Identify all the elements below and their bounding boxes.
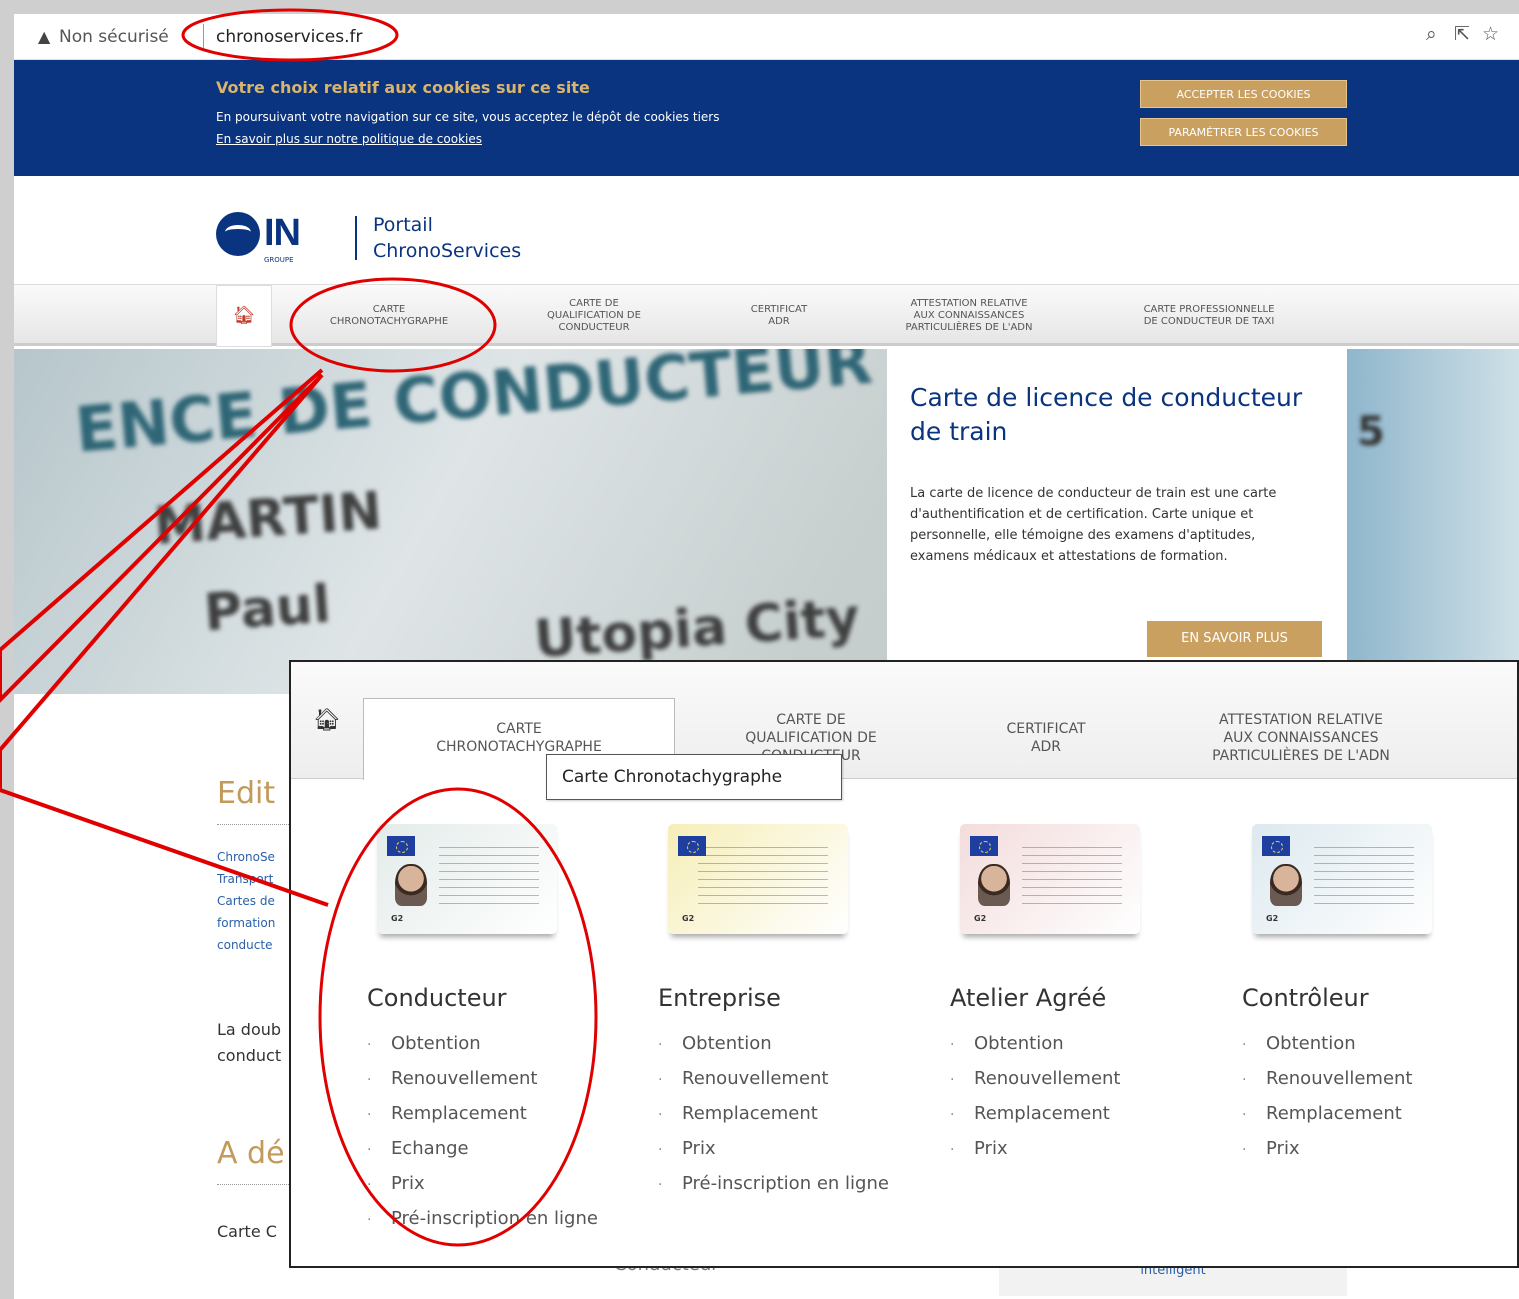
logo-subtext: GROUPE bbox=[264, 256, 294, 264]
menu-column-controleur: G2 Contrôleur · Obtention · Renouvellement… bbox=[1242, 824, 1517, 1166]
card-image: G2 bbox=[377, 824, 557, 934]
menu-link[interactable]: · Prix bbox=[658, 1131, 938, 1166]
address-separator bbox=[203, 24, 204, 50]
edito-title: Edit bbox=[217, 776, 276, 811]
bookmark-star-icon[interactable]: ☆ bbox=[1482, 23, 1499, 45]
menu-link[interactable]: · Remplacement bbox=[950, 1096, 1230, 1131]
menu-link[interactable]: · Obtention bbox=[1242, 1026, 1517, 1061]
address-bar[interactable]: ▲ Non sécurisé chronoservices.fr ⌕ ⇱ ☆ bbox=[14, 14, 1519, 60]
hero-bg-name: MARTIN bbox=[152, 481, 384, 557]
column-title[interactable]: Atelier Agréé bbox=[950, 984, 1230, 1012]
menu-link[interactable]: · Obtention bbox=[367, 1026, 647, 1061]
menu-link[interactable]: · Remplacement bbox=[1242, 1096, 1517, 1131]
hero-right-digit: 5 bbox=[1357, 409, 1385, 455]
main-nav: 🏠︎ CARTE CHRONOTACHYGRAPHE CARTE DE QUAL… bbox=[14, 284, 1519, 347]
nav-item-chronotachygraphe[interactable]: CARTE CHRONOTACHYGRAPHE bbox=[289, 285, 489, 347]
menu-link[interactable]: · Echange bbox=[367, 1131, 647, 1166]
menu-link[interactable]: · Pré-inscription en ligne bbox=[367, 1201, 647, 1236]
carte-text: Carte C bbox=[217, 1222, 277, 1241]
card-image: G2 bbox=[668, 824, 848, 934]
cookie-title: Votre choix relatif aux cookies sur ce s… bbox=[216, 78, 590, 97]
card-image: G2 bbox=[1252, 824, 1432, 934]
edito-text: ChronoSe Transport Cartes de formation c… bbox=[217, 850, 276, 952]
doub-text-line1: La doub bbox=[217, 1020, 282, 1039]
site-header: IN GROUPE Portail ChronoServices bbox=[14, 176, 1519, 284]
portal-title-line1: Portail bbox=[373, 214, 433, 236]
menu-link[interactable]: · Obtention bbox=[950, 1026, 1230, 1061]
column-title[interactable]: Entreprise bbox=[658, 984, 938, 1012]
menu-link[interactable]: · Prix bbox=[367, 1166, 647, 1201]
in-groupe-logo-icon[interactable] bbox=[216, 212, 260, 256]
tooltip: Carte Chronotachygraphe bbox=[546, 754, 842, 800]
accept-cookies-button[interactable]: ACCEPTER LES COOKIES bbox=[1140, 80, 1347, 108]
hero-right-image: 5 bbox=[1347, 349, 1519, 694]
learn-more-button[interactable]: EN SAVOIR PLUS bbox=[1147, 621, 1322, 657]
hero-description: La carte de licence de conducteur de tra… bbox=[910, 486, 1277, 564]
tab-adn[interactable]: ATTESTATION RELATIVE AUX CONNAISSANCES P… bbox=[1151, 698, 1451, 778]
menu-link[interactable]: · Prix bbox=[950, 1131, 1230, 1166]
menu-link[interactable]: · Pré-inscription en ligne bbox=[658, 1166, 938, 1201]
doub-text-line2: conduct bbox=[217, 1046, 282, 1065]
menu-column-atelier: G2 Atelier Agréé · Obtention · Renouvellem… bbox=[950, 824, 1230, 1166]
menu-link[interactable]: · Renouvellement bbox=[367, 1061, 647, 1096]
portal-title-line2: ChronoServices bbox=[373, 240, 522, 262]
nav-item-adr[interactable]: CERTIFICAT ADR bbox=[704, 285, 854, 347]
divider bbox=[217, 824, 297, 825]
menu-link[interactable]: · Renouvellement bbox=[658, 1061, 938, 1096]
zoom-nav-bar: 🏠︎ CARTE CHRONOTACHYGRAPHE CARTE DE QUAL… bbox=[291, 662, 1517, 780]
divider bbox=[217, 1184, 297, 1185]
menu-link[interactable]: · Obtention bbox=[658, 1026, 938, 1061]
nav-item-adn[interactable]: ATTESTATION RELATIVE AUX CONNAISSANCES P… bbox=[869, 285, 1069, 347]
menu-column-entreprise: G2 Entreprise · Obtention · Renouvellement… bbox=[658, 824, 938, 1201]
warning-icon[interactable]: ▲ bbox=[38, 27, 50, 46]
home-icon[interactable]: 🏠︎ bbox=[291, 662, 363, 779]
menu-link[interactable]: · Remplacement bbox=[658, 1096, 938, 1131]
security-label[interactable]: Non sécurisé bbox=[59, 27, 169, 47]
cookie-text: En poursuivant votre navigation sur ce s… bbox=[216, 110, 720, 124]
column-title[interactable]: Conducteur bbox=[367, 984, 647, 1012]
menu-link[interactable]: · Remplacement bbox=[367, 1096, 647, 1131]
logo-divider bbox=[355, 216, 357, 260]
hero-bg-text: ENCE DE CONDUCTEUR bbox=[72, 349, 875, 467]
card-image: G2 bbox=[960, 824, 1140, 934]
logo-text[interactable]: IN bbox=[264, 212, 301, 255]
a-decouvrir-title: A dé bbox=[217, 1136, 285, 1171]
cookie-settings-button[interactable]: PARAMÉTRER LES COOKIES bbox=[1140, 118, 1347, 146]
hero-title: Carte de licence de conducteur de train bbox=[910, 383, 1303, 446]
zoomed-menu-overlay: 🏠︎ CARTE CHRONOTACHYGRAPHE CARTE DE QUAL… bbox=[289, 660, 1519, 1268]
home-icon[interactable]: 🏠︎ bbox=[216, 285, 272, 347]
cookie-policy-link[interactable]: En savoir plus sur notre politique de co… bbox=[216, 132, 482, 146]
menu-link[interactable]: · Prix bbox=[1242, 1131, 1517, 1166]
nav-item-qualification[interactable]: CARTE DE QUALIFICATION DE CONDUCTEUR bbox=[504, 285, 684, 347]
share-icon[interactable]: ⇱ bbox=[1454, 23, 1470, 45]
cookie-banner: Votre choix relatif aux cookies sur ce s… bbox=[14, 60, 1519, 176]
menu-link[interactable]: · Renouvellement bbox=[1242, 1061, 1517, 1096]
menu-column-conducteur: G2 Conducteur · Obtention · Renouvellement… bbox=[367, 824, 647, 1236]
hero-panel: Carte de licence de conducteur de train … bbox=[887, 349, 1347, 669]
zoom-icon[interactable]: ⌕ bbox=[1426, 23, 1437, 45]
hero-bg-firstname: Paul bbox=[202, 574, 333, 644]
menu-link[interactable]: · Renouvellement bbox=[950, 1061, 1230, 1096]
url-text[interactable]: chronoservices.fr bbox=[216, 27, 362, 47]
hero-banner: ENCE DE CONDUCTEUR MARTIN Paul Utopia Ci… bbox=[14, 349, 1519, 694]
hero-bg-city: Utopia City bbox=[532, 587, 862, 671]
column-title[interactable]: Contrôleur bbox=[1242, 984, 1517, 1012]
nav-item-taxi[interactable]: CARTE PROFESSIONNELLE DE CONDUCTEUR DE T… bbox=[1094, 285, 1324, 347]
tab-adr[interactable]: CERTIFICAT ADR bbox=[951, 698, 1141, 778]
